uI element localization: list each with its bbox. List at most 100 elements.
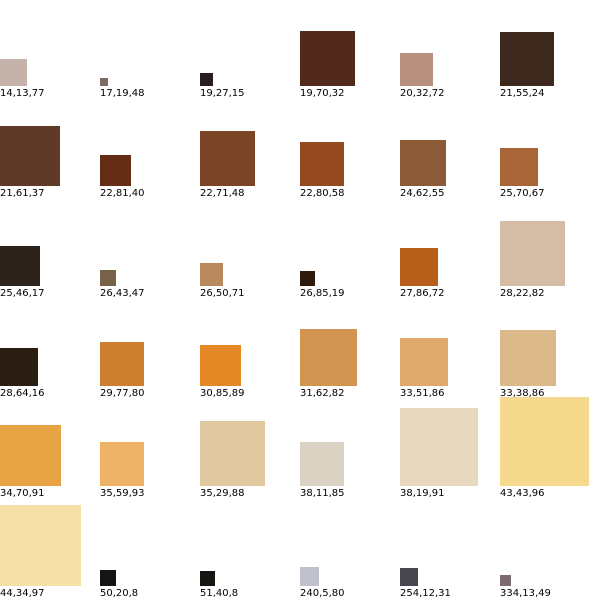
swatch-cell: 28,22,82 [500,200,600,300]
swatch-cell: 28,64,16 [0,300,100,400]
swatch-cell: 19,27,15 [200,0,300,100]
color-swatch [0,246,40,286]
swatch-label: 31,62,82 [300,388,345,399]
color-swatch [0,59,27,86]
swatch-label: 29,77,80 [100,388,145,399]
color-swatch [500,32,554,86]
swatch-label: 27,86,72 [400,288,445,299]
color-swatch [200,571,215,586]
swatch-cell: 50,20,8 [100,500,200,600]
swatch-cell: 34,70,91 [0,400,100,500]
swatch-label: 51,40,8 [200,588,239,599]
color-swatch [100,342,144,386]
swatch-label: 21,55,24 [500,88,545,99]
swatch-cell: 33,51,86 [400,300,500,400]
swatch-cell: 22,81,40 [100,100,200,200]
swatch-cell: 35,59,93 [100,400,200,500]
color-swatch [200,263,223,286]
swatch-cell: 20,32,72 [400,0,500,100]
swatch-label: 43,43,96 [500,488,545,499]
swatch-cell: 26,43,47 [100,200,200,300]
swatch-cell: 31,62,82 [300,300,400,400]
color-swatch [300,567,319,586]
color-swatch [100,570,116,586]
color-swatch [400,568,418,586]
swatch-label: 25,70,67 [500,188,545,199]
color-swatch [100,78,108,86]
swatch-label: 44,34,97 [0,588,45,599]
swatch-cell: 43,43,96 [500,397,600,500]
swatch-label: 38,19,91 [400,488,445,499]
swatch-label: 28,64,16 [0,388,45,399]
swatch-cell: 44,34,97 [0,500,100,600]
swatch-label: 28,22,82 [500,288,545,299]
swatch-cell: 29,77,80 [100,300,200,400]
swatch-label: 26,43,47 [100,288,145,299]
swatch-cell: 38,11,85 [300,400,400,500]
color-swatch [200,421,265,486]
swatch-label: 254,12,31 [400,588,451,599]
swatch-label: 26,85,19 [300,288,345,299]
color-swatch [400,140,446,186]
swatch-cell: 25,70,67 [500,100,600,200]
swatch-cell: 30,85,89 [200,300,300,400]
swatch-label: 34,70,91 [0,488,45,499]
swatch-cell: 51,40,8 [200,500,300,600]
swatch-cell: 14,13,77 [0,0,100,100]
swatch-label: 25,46,17 [0,288,45,299]
color-swatch [400,248,438,286]
color-swatch [200,345,241,386]
swatch-label: 334,13,49 [500,588,551,599]
swatch-label: 22,80,58 [300,188,345,199]
color-swatch [400,408,478,486]
swatch-cell: 22,71,48 [200,100,300,200]
swatch-cell: 38,19,91 [400,400,500,500]
color-swatch [0,425,61,486]
color-swatch [0,505,81,586]
swatch-label: 26,50,71 [200,288,245,299]
swatch-cell: 26,50,71 [200,200,300,300]
color-swatch [500,221,565,286]
color-swatch [200,73,213,86]
swatch-label: 17,19,48 [100,88,145,99]
swatch-cell: 19,70,32 [300,0,400,100]
swatch-cell: 27,86,72 [400,200,500,300]
color-swatch [200,131,255,186]
swatch-cell: 26,85,19 [300,200,400,300]
swatch-label: 24,62,55 [400,188,445,199]
swatch-cell: 24,62,55 [400,100,500,200]
swatch-cell: 254,12,31 [400,500,500,600]
swatch-label: 19,70,32 [300,88,345,99]
swatch-cell: 25,46,17 [0,200,100,300]
swatch-grid: 14,13,77 17,19,48 19,27,15 19,70,32 20,32,72… [0,0,600,600]
color-swatch [300,31,355,86]
color-swatch [100,155,131,186]
color-swatch [300,142,344,186]
color-swatch [500,148,538,186]
swatch-label: 33,51,86 [400,388,445,399]
color-swatch [500,575,511,586]
color-swatch [400,338,448,386]
swatch-label: 22,81,40 [100,188,145,199]
swatch-label: 35,29,88 [200,488,245,499]
swatch-cell: 33,38,86 [500,300,600,400]
swatch-label: 19,27,15 [200,88,245,99]
swatch-cell: 22,80,58 [300,100,400,200]
swatch-label: 35,59,93 [100,488,145,499]
color-swatch [300,329,357,386]
swatch-cell: 240,5,80 [300,500,400,600]
swatch-cell: 21,61,37 [0,100,100,200]
swatch-label: 21,61,37 [0,188,45,199]
swatch-cell: 17,19,48 [100,0,200,100]
color-swatch [100,442,144,486]
color-swatch [400,53,433,86]
color-swatch [300,271,315,286]
swatch-label: 22,71,48 [200,188,245,199]
color-swatch [0,126,60,186]
color-swatch [500,330,556,386]
swatch-label: 240,5,80 [300,588,345,599]
swatch-cell: 35,29,88 [200,400,300,500]
swatch-label: 20,32,72 [400,88,445,99]
color-swatch [500,397,589,486]
swatch-cell: 21,55,24 [500,0,600,100]
